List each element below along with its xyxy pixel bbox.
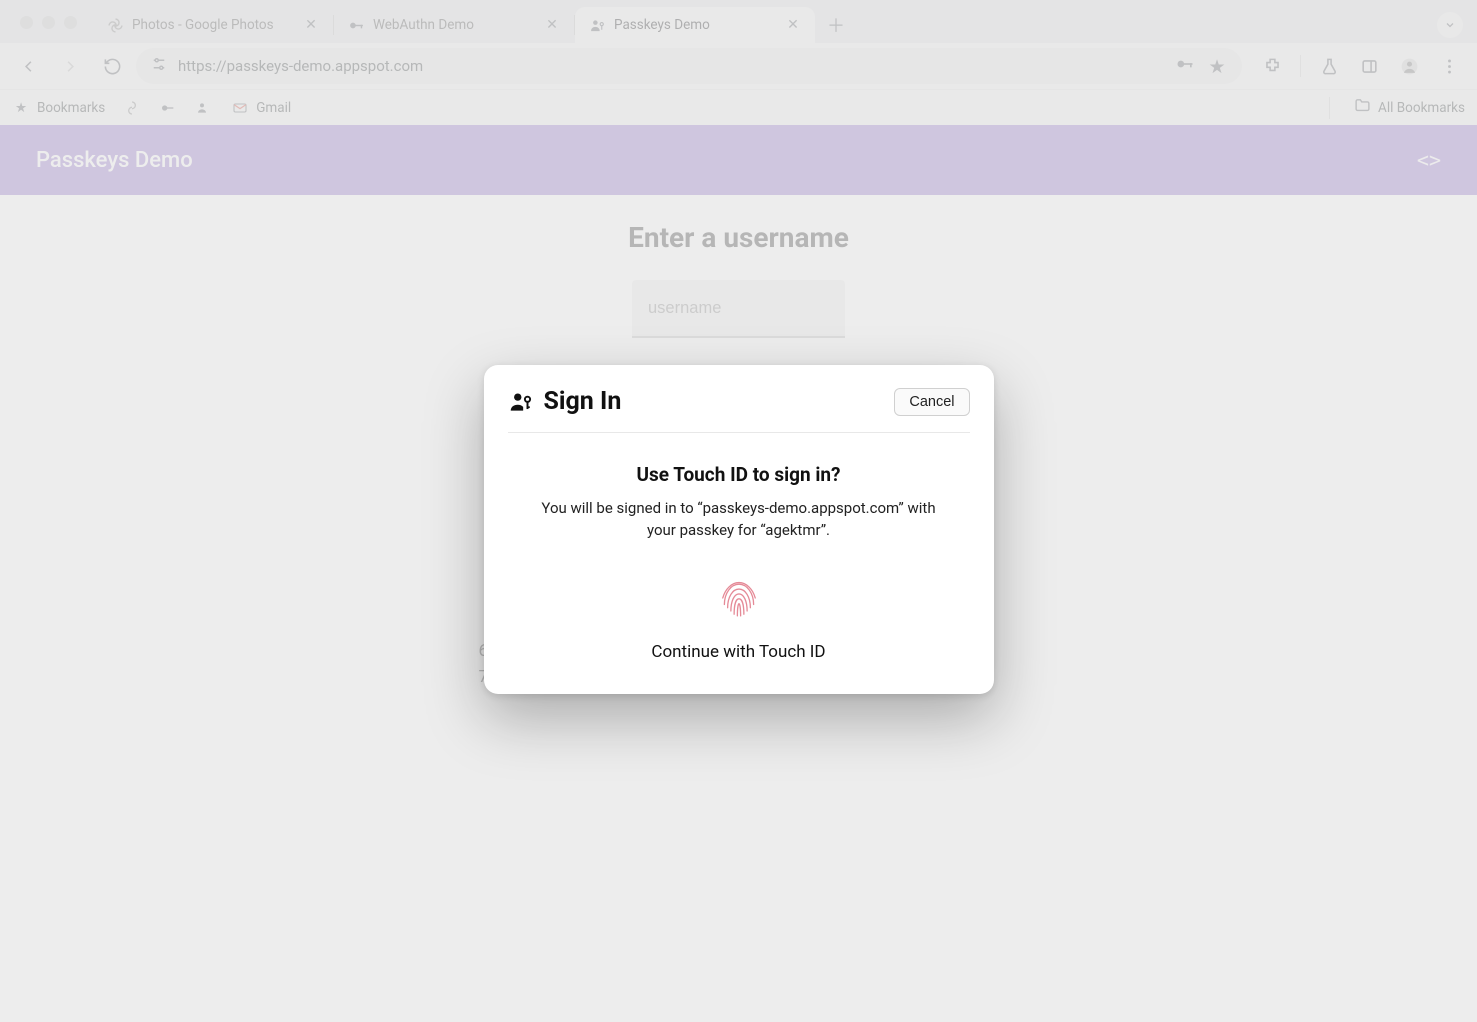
dialog-title: Sign In xyxy=(544,387,622,416)
dialog-header: Sign In Cancel xyxy=(508,387,970,433)
dialog-description: You will be signed in to “passkeys-demo.… xyxy=(539,498,939,542)
passkey-icon xyxy=(508,389,534,415)
dialog-question: Use Touch ID to sign in? xyxy=(508,463,970,486)
continue-label: Continue with Touch ID xyxy=(508,642,970,662)
fingerprint-icon[interactable] xyxy=(713,572,765,624)
dialog-body: Use Touch ID to sign in? You will be sig… xyxy=(508,433,970,662)
cancel-button[interactable]: Cancel xyxy=(894,388,969,416)
modal-overlay: Sign In Cancel Use Touch ID to sign in? … xyxy=(0,0,1477,1022)
signin-dialog: Sign In Cancel Use Touch ID to sign in? … xyxy=(484,365,994,694)
